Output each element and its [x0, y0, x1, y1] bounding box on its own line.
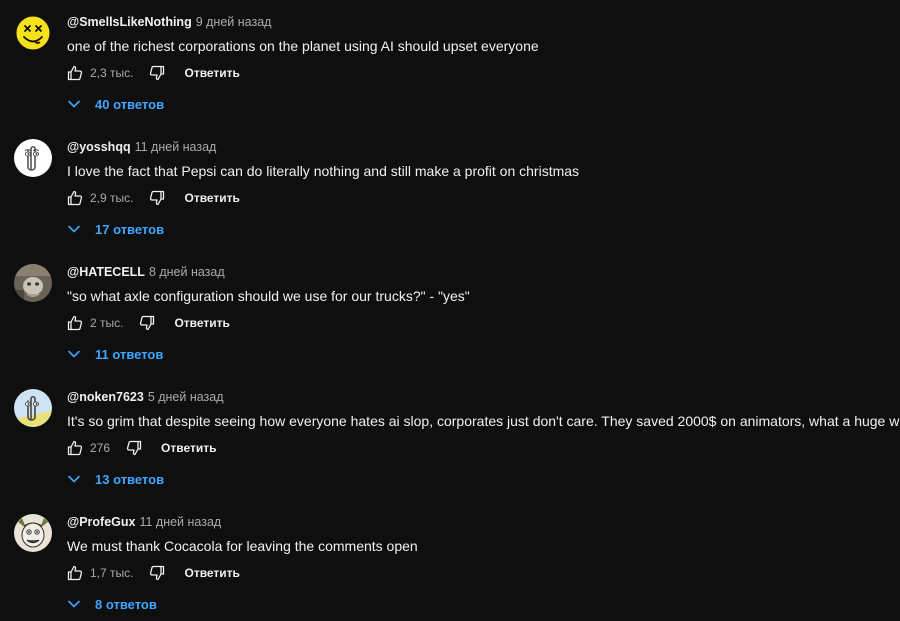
- comment-actions: 1,7 тыс. Ответить: [67, 563, 240, 583]
- thumbs-down-icon: [150, 190, 165, 206]
- avatar[interactable]: [14, 389, 52, 427]
- comment-thread: @noken7623 5 дней назад It's so grim that…: [0, 375, 900, 500]
- thumbs-down-icon: [140, 315, 155, 331]
- reply-button[interactable]: Ответить: [174, 316, 229, 330]
- thumbs-down-icon: [126, 440, 142, 456]
- replies-count-label: 8 ответов: [95, 596, 157, 612]
- avatar[interactable]: [14, 139, 52, 177]
- comment-text: We must thank Cocacola for leaving the c…: [67, 538, 418, 554]
- like-button[interactable]: [67, 440, 83, 456]
- comment-author[interactable]: @SmellsLikeNothing: [67, 15, 192, 29]
- chevron-down-icon: [68, 475, 80, 483]
- comment-thread: @ProfeGux 11 дней назад We must thank Coc…: [0, 500, 900, 621]
- comment-text: one of the richest corporations on the p…: [67, 38, 539, 54]
- dislike-button[interactable]: [126, 440, 142, 456]
- comment-thread: @yosshqq 11 дней назад I love the fact th…: [0, 125, 900, 250]
- reply-button[interactable]: Ответить: [161, 441, 216, 455]
- comment-author[interactable]: @noken7623: [67, 390, 144, 404]
- dislike-button[interactable]: [139, 315, 155, 331]
- comment-actions: 276 Ответить: [67, 438, 216, 458]
- comments-section: @SmellsLikeNothing 9 дней назад one of th…: [0, 0, 900, 621]
- reply-button[interactable]: Ответить: [184, 191, 239, 205]
- comment-timestamp[interactable]: 11 дней назад: [135, 140, 217, 154]
- comment-author[interactable]: @ProfeGux: [67, 515, 135, 529]
- comment-author[interactable]: @yosshqq: [67, 140, 131, 154]
- comment-timestamp[interactable]: 9 дней назад: [196, 15, 272, 29]
- show-replies-button[interactable]: 17 ответов: [66, 221, 164, 237]
- avatar[interactable]: [14, 264, 52, 302]
- avatar[interactable]: [14, 514, 52, 552]
- like-count: 2,9 тыс.: [90, 191, 134, 205]
- comment-actions: 2 тыс. Ответить: [67, 313, 230, 333]
- comment-author[interactable]: @HATECELL: [67, 265, 145, 279]
- like-count: 276: [90, 441, 111, 455]
- like-button[interactable]: [67, 315, 83, 331]
- chevron-down-icon: [68, 350, 80, 358]
- dislike-button[interactable]: [149, 65, 165, 81]
- smiley-face-icon: [14, 14, 52, 52]
- avatar[interactable]: [14, 14, 52, 52]
- show-replies-button[interactable]: 11 ответов: [66, 346, 163, 362]
- comment-timestamp[interactable]: 8 дней назад: [149, 265, 225, 279]
- chevron-down-icon: [68, 600, 80, 608]
- replies-count-label: 13 ответов: [95, 471, 165, 487]
- thumbs-up-icon: [67, 190, 83, 206]
- comment-actions: 2,3 тыс. Ответить: [67, 63, 240, 83]
- show-replies-button[interactable]: 40 ответов: [66, 96, 164, 112]
- photo-avatar-icon: [14, 264, 52, 302]
- thumbs-down-icon: [150, 65, 165, 81]
- like-button[interactable]: [67, 565, 83, 581]
- dislike-button[interactable]: [149, 565, 165, 581]
- paperclip-icon: [14, 139, 52, 177]
- comment-text: I love the fact that Pepsi can do litera…: [67, 163, 580, 179]
- cartoon-face-icon: [14, 514, 52, 552]
- thumbs-down-icon: [150, 565, 165, 581]
- like-count: 2,3 тыс.: [90, 66, 134, 80]
- dislike-button[interactable]: [149, 190, 165, 206]
- replies-count-label: 11 ответов: [95, 346, 164, 362]
- comment-thread: @HATECELL 8 дней назад "so what axle conf…: [0, 250, 900, 375]
- show-replies-button[interactable]: 13 ответов: [66, 471, 164, 487]
- thumbs-up-icon: [67, 65, 83, 81]
- thumbs-up-icon: [67, 315, 83, 331]
- reply-button[interactable]: Ответить: [184, 66, 239, 80]
- comment-timestamp[interactable]: 11 дней назад: [139, 515, 221, 529]
- chevron-down-icon: [68, 225, 80, 233]
- comment-thread: @SmellsLikeNothing 9 дней назад one of th…: [0, 0, 900, 125]
- like-count: 1,7 тыс.: [90, 566, 134, 580]
- like-button[interactable]: [67, 190, 83, 206]
- show-replies-button[interactable]: 8 ответов: [66, 596, 157, 612]
- chevron-down-icon: [68, 100, 80, 108]
- comment-text: It's so grim that despite seeing how eve…: [67, 413, 900, 429]
- comment-actions: 2,9 тыс. Ответить: [67, 188, 240, 208]
- comment-text: "so what axle configuration should we us…: [67, 288, 470, 304]
- like-count: 2 тыс.: [90, 316, 124, 330]
- thumbs-up-icon: [67, 565, 83, 581]
- like-button[interactable]: [67, 65, 83, 81]
- comment-timestamp[interactable]: 5 дней назад: [148, 390, 224, 404]
- thumbs-up-icon: [67, 440, 83, 456]
- replies-count-label: 17 ответов: [95, 221, 165, 237]
- replies-count-label: 40 ответов: [95, 96, 165, 112]
- paperclip-icon: [14, 389, 52, 427]
- reply-button[interactable]: Ответить: [184, 566, 239, 580]
